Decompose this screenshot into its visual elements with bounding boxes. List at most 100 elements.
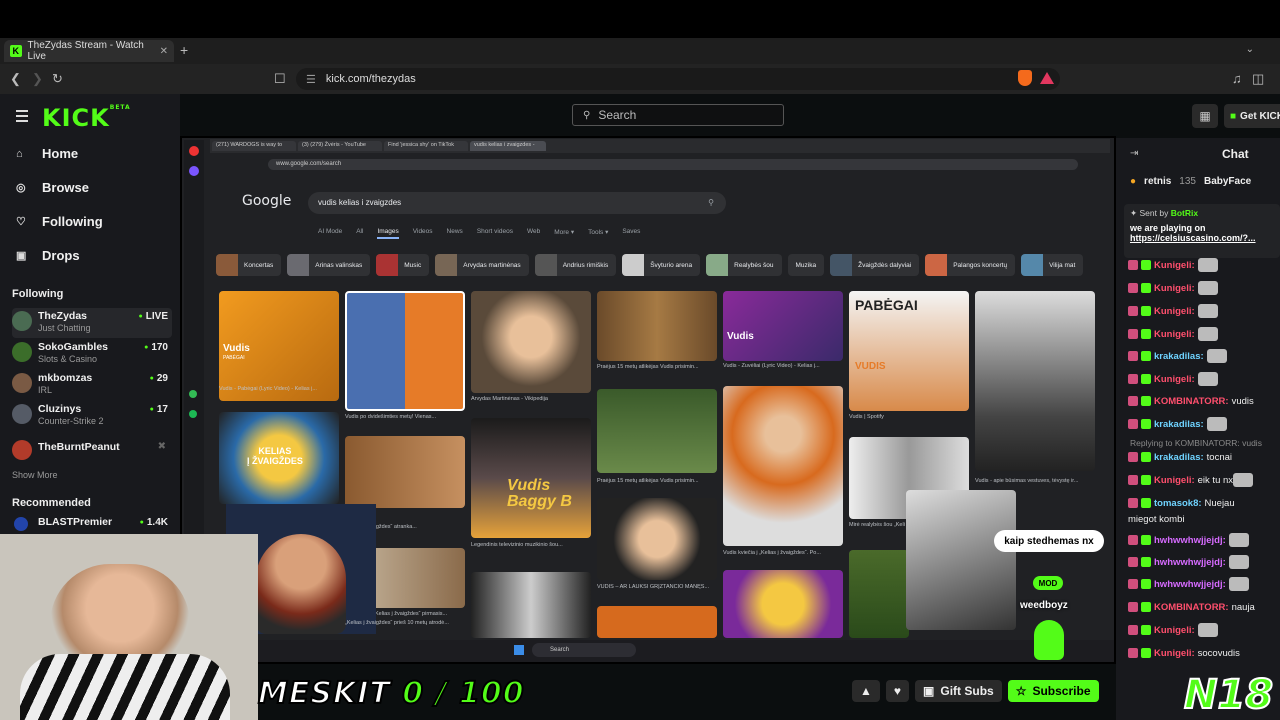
chat-username[interactable]: KOMBINATORR: bbox=[1154, 396, 1229, 407]
live-badge: LIVE bbox=[139, 311, 168, 322]
chat-username[interactable]: krakadilas: bbox=[1154, 419, 1204, 430]
image-text: Vudis Baggy B bbox=[507, 477, 572, 510]
viewer-count: 29 bbox=[150, 373, 168, 384]
address-bar[interactable]: ☰ kick.com/thezydas bbox=[296, 68, 1060, 90]
sub-goal: MESKIT 0 / 100 bbox=[257, 675, 525, 712]
pinned-link[interactable]: https://celsiuscasino.com/?... bbox=[1130, 233, 1274, 243]
subscribe-button[interactable]: ☆ Subscribe bbox=[1007, 680, 1099, 702]
google-logo: Google bbox=[242, 193, 292, 209]
chat-username[interactable]: KOMBINATORR: bbox=[1154, 602, 1229, 613]
nav-home[interactable]: ⌂ Home bbox=[16, 146, 78, 161]
browser-tab-active[interactable]: K TheZydas Stream - Watch Live ✕ bbox=[4, 40, 174, 62]
chat-text: nauja bbox=[1231, 601, 1255, 613]
reload-icon[interactable]: ↻ bbox=[52, 71, 63, 87]
avatar bbox=[12, 373, 32, 393]
followed-channel[interactable]: TheZydas Just Chatting LIVE bbox=[12, 308, 172, 338]
related-chip: Music bbox=[376, 254, 430, 276]
chat-username[interactable]: Kunigeli: bbox=[1154, 260, 1195, 271]
nav-following[interactable]: ♡ Following bbox=[16, 214, 103, 229]
forward-icon[interactable]: ❯ bbox=[32, 71, 43, 87]
nav-drops[interactable]: ▣ Drops bbox=[16, 248, 80, 263]
followed-channel[interactable]: SokoGambles Slots & Casino 170 bbox=[12, 339, 172, 369]
bookmark-icon[interactable]: ☐ bbox=[274, 71, 286, 87]
channel-name: Cluzinys bbox=[38, 403, 82, 415]
channel-category: Slots & Casino bbox=[38, 354, 98, 364]
search-result-image bbox=[723, 386, 843, 546]
gifter-name[interactable]: retnis bbox=[1144, 176, 1171, 187]
image-text: PABĖGAI bbox=[223, 355, 245, 361]
chat-username[interactable]: hwhwwhwjjejdj: bbox=[1154, 535, 1226, 546]
sub-badge-icon bbox=[1128, 260, 1138, 270]
url-text: kick.com/thezydas bbox=[325, 73, 416, 85]
chat-username[interactable]: hwhwwhwjjejdj: bbox=[1154, 579, 1226, 590]
nav-browse[interactable]: ◎ Browse bbox=[16, 180, 89, 195]
chat-username[interactable]: Kunigeli: bbox=[1154, 374, 1195, 385]
media-icon[interactable]: ♫ bbox=[1232, 71, 1242, 86]
star-icon: ☆ bbox=[1015, 684, 1027, 698]
tab-search-button[interactable]: ⌄ bbox=[1246, 44, 1254, 55]
collapse-chat-icon[interactable]: ⇥ bbox=[1130, 148, 1138, 159]
sub-badge-icon bbox=[1128, 374, 1138, 384]
sidebar-toggle-icon[interactable]: ◫ bbox=[1252, 71, 1264, 87]
show-more-link[interactable]: Show More bbox=[12, 470, 58, 480]
chat-text: miegot kombi bbox=[1128, 513, 1185, 525]
followed-channel[interactable]: Cluzinys Counter-Strike 2 17 bbox=[12, 401, 172, 431]
chat-username[interactable]: Kunigeli: bbox=[1154, 306, 1195, 317]
sub-badge-icon bbox=[1128, 396, 1138, 406]
chat-username[interactable]: Kunigeli: bbox=[1154, 648, 1195, 659]
chat-message: krakadilas: bbox=[1128, 347, 1280, 365]
pinned-message: ✦ Sent by BotRix we are playing on https… bbox=[1124, 204, 1280, 258]
image-text: VUDIS bbox=[855, 361, 886, 372]
gift-subs-button[interactable]: ▣ Gift Subs bbox=[915, 680, 1002, 702]
brave-shields-icon[interactable] bbox=[1018, 70, 1032, 86]
followed-channel[interactable]: TheBurntPeanut ✖ bbox=[12, 437, 172, 467]
chat-message: hwhwwhwjjejdj: bbox=[1128, 553, 1280, 571]
site-info-icon[interactable]: ☰ bbox=[306, 73, 316, 86]
chat-username[interactable]: Kunigeli: bbox=[1154, 625, 1195, 636]
kick-logo[interactable]: KICKBETA bbox=[42, 104, 131, 132]
verified-badge-icon bbox=[1141, 475, 1151, 485]
chat-emote bbox=[1197, 258, 1218, 272]
chat-text: Nuejau bbox=[1204, 497, 1235, 509]
chat-username[interactable]: krakadilas: bbox=[1154, 452, 1204, 463]
menu-icon[interactable] bbox=[16, 110, 28, 125]
chat-username[interactable]: hwhwwhwjjejdj: bbox=[1154, 557, 1226, 568]
image-caption: Vudis | Spotify bbox=[849, 414, 884, 420]
drops-icon: ▣ bbox=[16, 250, 27, 262]
gifter-count: 135 bbox=[1179, 176, 1196, 187]
close-tab-icon[interactable]: ✕ bbox=[160, 46, 168, 57]
get-kick-button[interactable]: ■ Get KICK bbox=[1224, 104, 1280, 128]
chat-username[interactable]: Kunigeli: bbox=[1154, 329, 1195, 340]
google-query: vudis kelias i zvaigzdes bbox=[318, 198, 402, 207]
chat-username[interactable]: krakadilas: bbox=[1154, 351, 1204, 362]
search-result-image bbox=[975, 291, 1095, 471]
google-tab: News bbox=[446, 228, 463, 235]
search-result-image: KELIAS Į ŽVAIGŽDES bbox=[219, 412, 339, 504]
viewer-count: 170 bbox=[144, 342, 168, 353]
brave-rewards-icon[interactable] bbox=[1040, 72, 1054, 84]
chat-message: hwhwwhwjjejdj: bbox=[1128, 531, 1280, 549]
back-icon[interactable]: ❮ bbox=[10, 71, 21, 87]
crown-icon: ● bbox=[1130, 176, 1137, 187]
followed-channel[interactable]: mkbomzas IRL 29 bbox=[12, 370, 172, 400]
kick-search-input[interactable]: ⚲ Search bbox=[572, 104, 784, 126]
chat-message: Kunigeli: bbox=[1128, 370, 1280, 388]
image-caption: Legendinis televizinio muzikinio šou... bbox=[471, 542, 563, 548]
chat-emote bbox=[1197, 327, 1218, 341]
verified-badge-icon bbox=[1141, 602, 1151, 612]
google-tab-active: Images bbox=[377, 228, 399, 239]
follow-button[interactable]: ♥ bbox=[885, 680, 910, 702]
pinned-text: we are playing on bbox=[1130, 223, 1206, 233]
chat-username[interactable]: tomasok8: bbox=[1154, 498, 1202, 509]
google-tab: Web bbox=[526, 228, 541, 235]
chat-username[interactable]: Kunigeli: bbox=[1154, 283, 1195, 294]
new-tab-button[interactable]: + bbox=[180, 42, 188, 58]
chat-username[interactable]: Kunigeli: bbox=[1154, 475, 1195, 486]
google-tab: Saves bbox=[622, 228, 641, 235]
notifications-button[interactable]: ▲ bbox=[852, 680, 880, 702]
sub-badge-icon bbox=[1128, 648, 1138, 658]
gifter-name[interactable]: BabyFace bbox=[1204, 176, 1251, 187]
spotify-icon bbox=[189, 410, 197, 418]
channel-name: TheBurntPeanut bbox=[38, 441, 120, 453]
grid-icon[interactable]: ▦ bbox=[1192, 104, 1218, 128]
